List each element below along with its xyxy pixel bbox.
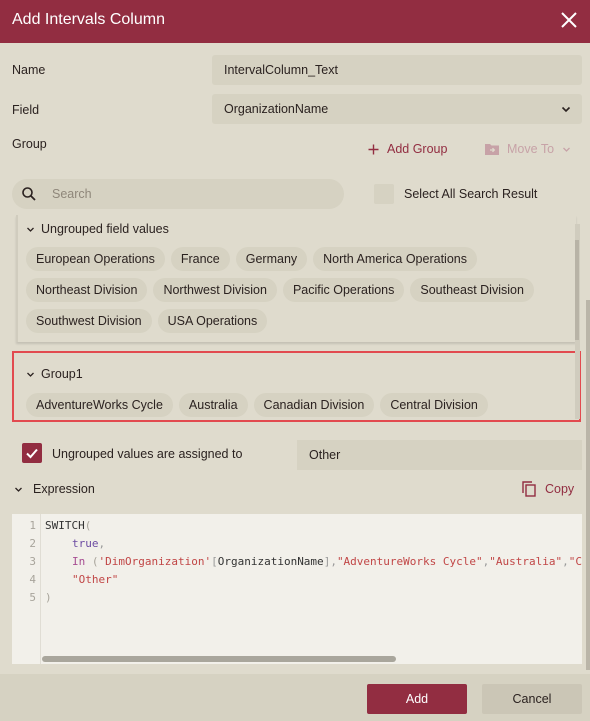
- field-label: Field: [12, 103, 40, 117]
- code-token: (: [85, 555, 99, 568]
- ungrouped-assign-label: Ungrouped values are assigned to: [52, 447, 243, 461]
- value-chip[interactable]: Northwest Division: [153, 278, 277, 302]
- checkmark-icon: [26, 448, 38, 459]
- field-value: OrganizationName: [224, 102, 329, 116]
- add-group-label: Add Group: [387, 142, 448, 156]
- value-chip[interactable]: AdventureWorks Cycle: [26, 393, 173, 417]
- group1-panel: Group1 AdventureWorks Cycle Australia Ca…: [12, 351, 581, 422]
- name-value: IntervalColumn_Text: [224, 63, 338, 77]
- code-line: ): [45, 591, 52, 604]
- code-token: true: [72, 537, 99, 550]
- code-token: OrganizationName: [217, 555, 324, 568]
- chevron-down-icon: [563, 147, 570, 152]
- code-token: "Australia": [489, 555, 563, 568]
- dialog-title: Add Intervals Column: [12, 11, 165, 28]
- value-chip[interactable]: European Operations: [26, 247, 165, 271]
- code-token: 'DimOrganization': [98, 555, 212, 568]
- move-to-button[interactable]: Move To: [485, 142, 571, 156]
- plus-icon: [368, 144, 379, 154]
- dialog-scrollbar[interactable]: [586, 300, 590, 670]
- value-chip[interactable]: Germany: [235, 247, 308, 271]
- name-label: Name: [12, 63, 46, 77]
- line-number: 2: [29, 537, 36, 550]
- value-chip[interactable]: Southwest Division: [26, 309, 152, 333]
- code-token: ): [45, 591, 52, 604]
- ungrouped-title: Ungrouped field values: [41, 222, 169, 236]
- select-all-label: Select All Search Result: [404, 187, 538, 201]
- expression-title: Expression: [33, 482, 95, 496]
- code-line: true,: [72, 537, 105, 550]
- value-chip[interactable]: Australia: [178, 393, 248, 417]
- select-all-checkbox[interactable]: [374, 184, 394, 204]
- code-line: "Other": [72, 573, 118, 586]
- code-token: "Other": [72, 573, 119, 586]
- search-placeholder: Search: [52, 187, 92, 201]
- line-number: 4: [29, 573, 36, 586]
- name-input[interactable]: IntervalColumn_Text: [212, 55, 582, 85]
- chevron-down-icon: [561, 106, 571, 113]
- code-token: ,: [330, 555, 337, 568]
- code-token: ,: [98, 537, 106, 550]
- groups-scrollbar-thumb[interactable]: [575, 240, 579, 340]
- editor-horizontal-scrollbar[interactable]: [42, 656, 396, 662]
- value-chip[interactable]: Southeast Division: [410, 278, 534, 302]
- chevron-down-icon: [27, 227, 34, 232]
- value-chip[interactable]: Central Division: [380, 393, 488, 417]
- chevron-down-icon: [27, 372, 34, 377]
- value-chip[interactable]: Canadian Division: [253, 393, 375, 417]
- add-button[interactable]: Add: [367, 684, 467, 714]
- group1-header[interactable]: Group1: [26, 367, 83, 381]
- value-chip[interactable]: Pacific Operations: [282, 278, 405, 302]
- code-token: "AdventureWorks Cycle": [336, 555, 483, 568]
- code-line: In ('DimOrganization'[OrganizationName],…: [72, 555, 582, 568]
- ungrouped-assign-input[interactable]: Other: [297, 440, 582, 470]
- code-token: (: [84, 519, 92, 532]
- value-chip[interactable]: North America Operations: [313, 247, 477, 271]
- ungrouped-header[interactable]: Ungrouped field values: [26, 222, 169, 236]
- expression-header[interactable]: Expression: [14, 482, 95, 496]
- code-token: In: [72, 555, 86, 568]
- line-number: 3: [29, 555, 36, 568]
- value-chip[interactable]: Northeast Division: [26, 278, 148, 302]
- cancel-button[interactable]: Cancel: [482, 684, 582, 714]
- value-chip[interactable]: USA Operations: [157, 309, 268, 333]
- line-number: 1: [29, 519, 36, 532]
- code-token: [: [211, 555, 218, 568]
- chevron-down-icon: [15, 487, 22, 492]
- dialog-titlebar: Add Intervals Column: [0, 0, 590, 43]
- code-line: SWITCH(: [45, 519, 91, 532]
- copy-icon: [522, 481, 536, 497]
- group1-chips: AdventureWorks Cycle Australia Canadian …: [26, 393, 566, 417]
- copy-button[interactable]: Copy: [522, 481, 574, 497]
- ungrouped-chips: European Operations France Germany North…: [26, 247, 566, 333]
- expression-editor[interactable]: 1 2 3 4 5 SWITCH( true, In ('DimOrganiza…: [12, 514, 582, 664]
- code-token: "Canadian Division": [568, 555, 582, 568]
- close-icon[interactable]: [558, 9, 580, 31]
- ungrouped-panel: Ungrouped field values European Operatio…: [16, 215, 576, 342]
- code-token: SWITCH: [45, 519, 85, 532]
- group-label: Group: [12, 137, 47, 151]
- search-input[interactable]: Search: [12, 179, 344, 209]
- folder-move-icon: [485, 144, 499, 155]
- value-chip[interactable]: France: [170, 247, 230, 271]
- code-token: ,: [562, 555, 569, 568]
- line-number-gutter: 1 2 3 4 5: [12, 514, 41, 664]
- ungrouped-assign-checkbox[interactable]: [22, 443, 42, 463]
- ungrouped-assign-value: Other: [309, 448, 341, 462]
- field-select[interactable]: OrganizationName: [212, 94, 582, 124]
- group1-title: Group1: [41, 367, 83, 381]
- copy-label: Copy: [545, 482, 575, 496]
- search-icon: [22, 187, 36, 201]
- add-group-button[interactable]: Add Group: [368, 142, 447, 156]
- move-to-label: Move To: [507, 142, 555, 156]
- line-number: 5: [29, 591, 36, 604]
